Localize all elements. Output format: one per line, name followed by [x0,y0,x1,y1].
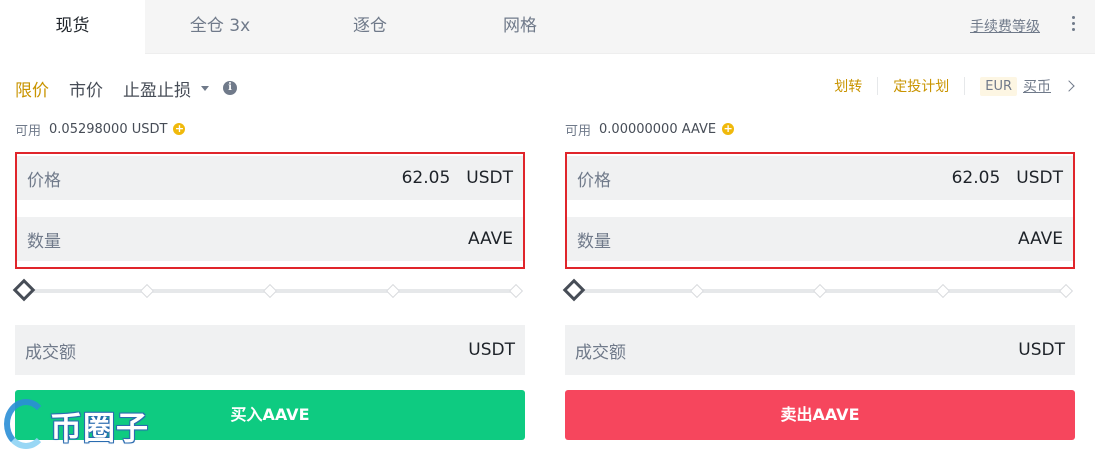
more-vertical-icon[interactable] [1065,13,1081,39]
total-unit: USDT [1018,340,1065,360]
price-input[interactable]: 价格 62.05 USDT [17,156,523,200]
total-label: 成交额 [575,342,626,363]
divider [964,77,966,95]
watermark-text: 币圈子 [50,409,150,447]
order-type-market[interactable]: 市价 [69,76,103,101]
total-input[interactable]: 成交额 USDT [565,325,1075,375]
recurring-plan-link[interactable]: 定投计划 [893,76,949,96]
total-input[interactable]: 成交额 USDT [15,325,525,375]
price-label: 价格 [27,170,61,191]
order-type-limit[interactable]: 限价 [15,76,49,101]
slider-tick-50[interactable] [812,283,828,299]
buy-crypto-link[interactable]: 买币 [1023,76,1051,96]
plus-circle-icon[interactable]: + [173,123,186,135]
price-unit: USDT [1016,168,1063,188]
chevron-right-icon[interactable] [1063,80,1075,92]
order-type-selector: 限价 市价 止盈止损 i [15,75,237,101]
watermark-swirl-icon [4,399,48,449]
available-value: 0.05298000 USDT [49,121,168,137]
available-value: 0.00000000 AAVE [599,121,717,137]
watermark-logo: 币圈子 [0,393,160,454]
sell-button[interactable]: 卖出AAVE [565,390,1075,440]
plus-circle-icon[interactable]: + [722,123,735,135]
fee-level-link[interactable]: 手续费等级 [970,16,1040,36]
divider [877,77,879,95]
sell-panel: 可用 0.00000000 AAVE + 价格 62.05 USDT 数量 AA… [562,118,1075,440]
available-label: 可用 [565,123,592,139]
tab-isolated-margin[interactable]: 逐仓 [295,0,445,54]
slider-tick-25[interactable] [139,283,155,299]
amount-unit: AAVE [467,229,513,249]
price-unit: USDT [466,168,513,188]
slider-handle[interactable] [562,278,586,302]
price-input[interactable]: 价格 62.05 USDT [567,156,1073,200]
caret-down-icon[interactable] [201,85,209,91]
total-unit: USDT [468,340,515,360]
tab-cross-margin[interactable]: 全仓 3x [145,0,295,54]
slider-handle[interactable] [12,278,36,302]
amount-label: 数量 [577,231,611,252]
available-label: 可用 [15,123,42,139]
amount-slider[interactable] [562,278,1075,302]
slider-tick-25[interactable] [689,283,705,299]
available-balance: 可用 0.05298000 USDT + [15,118,525,140]
price-value[interactable]: 62.05 [952,168,1001,188]
amount-input[interactable]: 数量 AAVE [567,217,1073,261]
trade-mode-tabs: 现货 全仓 3x 逐仓 网格 手续费等级 [0,0,1095,55]
tab-grid[interactable]: 网格 [445,0,595,54]
highlight-box: 价格 62.05 USDT 数量 AAVE [565,152,1075,269]
amount-unit: AAVE [1017,229,1063,249]
slider-tick-50[interactable] [262,283,278,299]
amount-label: 数量 [27,231,61,252]
top-actions: 划转 定投计划 EUR 买币 [834,73,1075,99]
amount-slider[interactable] [12,278,525,302]
transfer-link[interactable]: 划转 [834,76,862,96]
buy-panel: 可用 0.05298000 USDT + 价格 62.05 USDT 数量 AA… [12,118,525,440]
total-label: 成交额 [25,342,76,363]
info-icon[interactable]: i [223,81,237,95]
available-balance: 可用 0.00000000 AAVE + [565,118,1075,140]
tab-spot[interactable]: 现货 [0,0,145,55]
slider-tick-100[interactable] [508,283,524,299]
slider-tick-75[interactable] [385,283,401,299]
slider-tick-75[interactable] [935,283,951,299]
order-type-stop[interactable]: 止盈止损 [123,76,191,101]
currency-badge: EUR [980,76,1017,96]
price-label: 价格 [577,170,611,191]
highlight-box: 价格 62.05 USDT 数量 AAVE [15,152,525,269]
slider-tick-100[interactable] [1058,283,1074,299]
amount-input[interactable]: 数量 AAVE [17,217,523,261]
price-value[interactable]: 62.05 [402,168,451,188]
